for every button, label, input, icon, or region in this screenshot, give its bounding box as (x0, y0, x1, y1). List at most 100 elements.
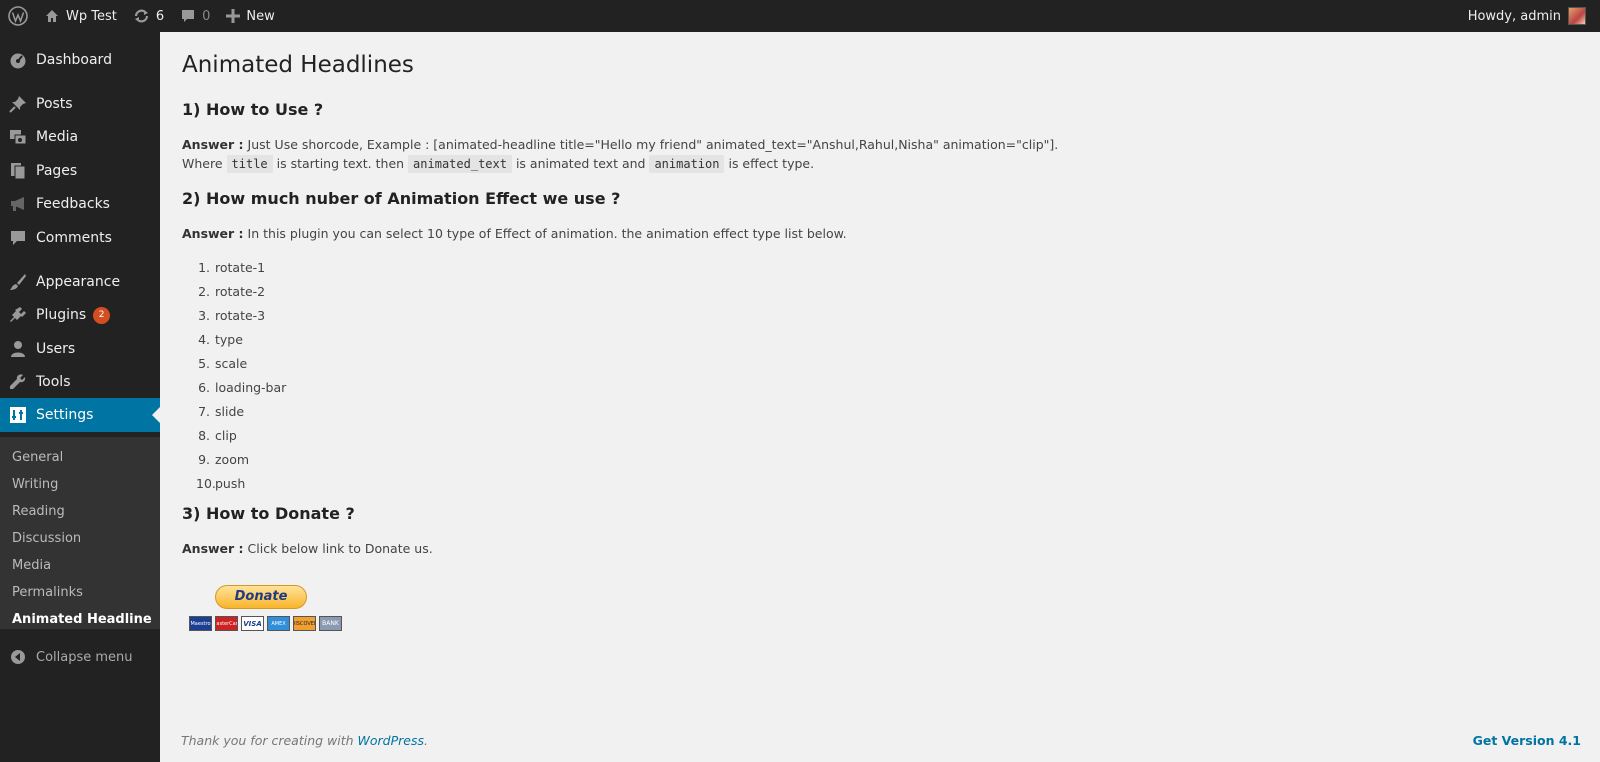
menu-label: Feedbacks (36, 196, 110, 212)
media-icon (0, 128, 36, 146)
discover-card-icon: DISCOVER (293, 616, 316, 631)
bank-card-icon: BANK (319, 616, 342, 631)
list-item: 10.push (196, 476, 246, 491)
page-title: Animated Headlines (182, 52, 414, 78)
submenu-discussion[interactable]: Discussion (12, 531, 81, 546)
code-animation: animation (649, 155, 725, 173)
submenu-writing[interactable]: Writing (12, 477, 58, 492)
submenu-animated-headline[interactable]: Animated Headline (12, 612, 152, 627)
submenu-media[interactable]: Media (12, 558, 51, 573)
menu-appearance[interactable]: Appearance (0, 265, 160, 299)
amex-card-icon: AMEX (267, 616, 290, 631)
admin-bar: Wp Test 6 0 New Howdy, admin (0, 0, 1600, 32)
site-name-menu[interactable]: Wp Test (36, 0, 125, 32)
list-item: 2. rotate-2 (198, 284, 266, 299)
collapse-arrow-icon (0, 649, 36, 665)
menu-label: Settings (36, 407, 94, 423)
new-content-menu[interactable]: New (218, 0, 282, 32)
menu-users[interactable]: Users (0, 332, 160, 366)
wrench-icon (0, 373, 36, 391)
menu-label: Users (36, 341, 76, 357)
submenu-general[interactable]: General (12, 450, 63, 465)
my-account-menu[interactable]: Howdy, admin (1468, 7, 1600, 25)
brush-icon (0, 273, 36, 291)
comment-icon (0, 229, 36, 247)
plug-icon (0, 306, 36, 324)
where-text-b: is animated text and (515, 156, 646, 171)
answer-text: Just Use shorcode, Example : [animated-h… (247, 137, 1059, 152)
menu-label: Tools (36, 374, 71, 390)
menu-label: Plugins (36, 307, 87, 323)
footer-period: . (424, 733, 428, 748)
list-item: 1. rotate-1 (198, 260, 266, 275)
where-text-a: is starting text. then (276, 156, 405, 171)
payment-cards: Maestro MasterCard VISA AMEX DISCOVER BA… (189, 616, 342, 631)
pin-icon (0, 95, 36, 113)
list-item: 8. clip (198, 428, 237, 443)
comments-menu[interactable]: 0 (172, 0, 218, 32)
menu-label: Media (36, 129, 79, 145)
submenu-permalinks[interactable]: Permalinks (12, 585, 83, 600)
menu-feedbacks[interactable]: Feedbacks (0, 187, 160, 221)
home-icon (44, 8, 60, 24)
where-text-c: is effect type. (728, 156, 815, 171)
answer-label: Answer : (182, 137, 244, 152)
menu-settings[interactable]: Settings (0, 398, 160, 432)
menu-label: Comments (36, 230, 112, 246)
menu-label: Dashboard (36, 52, 112, 68)
question-1-answer: Answer : Just Use shorcode, Example : [a… (182, 135, 1058, 154)
user-icon (0, 340, 36, 358)
footer-thanks: Thank you for creating with (181, 733, 354, 748)
plus-icon (226, 9, 241, 23)
menu-plugins[interactable]: Plugins 2 (0, 298, 160, 332)
list-item: 3. rotate-3 (198, 308, 266, 323)
answer-label: Answer : (182, 541, 244, 556)
animation-effects-list: 1. rotate-1 2. rotate-2 3. rotate-3 4. type … (196, 256, 286, 496)
collapse-menu-button[interactable]: Collapse menu (0, 644, 160, 670)
answer-text: In this plugin you can select 10 type of… (247, 226, 847, 241)
updates-count: 6 (155, 8, 165, 24)
menu-dashboard[interactable]: Dashboard (0, 43, 160, 77)
answer-label: Answer : (182, 226, 244, 241)
pages-icon (0, 162, 36, 180)
question-1-heading: 1) How to Use ? (182, 100, 324, 119)
megaphone-icon (0, 195, 36, 213)
code-title: title (226, 155, 273, 173)
updates-menu[interactable]: 6 (125, 0, 172, 32)
menu-media[interactable]: Media (0, 120, 160, 154)
list-item: 4. type (198, 332, 243, 347)
maestro-card-icon: Maestro (189, 616, 212, 631)
question-2-answer: Answer : In this plugin you can select 1… (182, 224, 847, 243)
menu-tools[interactable]: Tools (0, 365, 160, 399)
settings-submenu: General Writing Reading Discussion Media… (0, 437, 160, 629)
menu-label: Pages (36, 163, 78, 179)
list-item: 6. loading-bar (198, 380, 287, 395)
refresh-icon (133, 8, 150, 24)
howdy-text: Howdy, admin (1467, 8, 1561, 24)
visa-card-icon: VISA (241, 616, 264, 631)
wp-logo-menu[interactable] (0, 0, 36, 32)
menu-pages[interactable]: Pages (0, 154, 160, 188)
menu-posts[interactable]: Posts (0, 87, 160, 121)
menu-label: Appearance (36, 274, 121, 290)
new-label: New (246, 8, 275, 24)
question-1-answer-line-2: Where title is starting text. then anima… (182, 154, 814, 174)
avatar (1568, 7, 1586, 25)
submenu-reading[interactable]: Reading (12, 504, 65, 519)
paypal-donate-button[interactable]: Donate (215, 585, 307, 609)
main-content: Animated Headlines 1) How to Use ? Answe… (182, 32, 1582, 722)
settings-icon (0, 406, 36, 424)
question-3-heading: 3) How to Donate ? (182, 504, 355, 523)
wordpress-link[interactable]: WordPress (358, 733, 424, 748)
list-item: 5. scale (198, 356, 248, 371)
dashboard-icon (0, 51, 36, 69)
collapse-menu-label: Collapse menu (36, 649, 133, 665)
plugins-update-badge: 2 (93, 306, 111, 324)
get-version-link[interactable]: Get Version 4.1 (1473, 733, 1581, 748)
question-2-heading: 2) How much nuber of Animation Effect we… (182, 189, 621, 208)
where-text: Where (182, 156, 223, 171)
site-name: Wp Test (66, 8, 117, 24)
question-3-answer: Answer : Click below link to Donate us. (182, 539, 433, 558)
menu-comments[interactable]: Comments (0, 221, 160, 255)
mastercard-icon: MasterCard (215, 616, 238, 631)
